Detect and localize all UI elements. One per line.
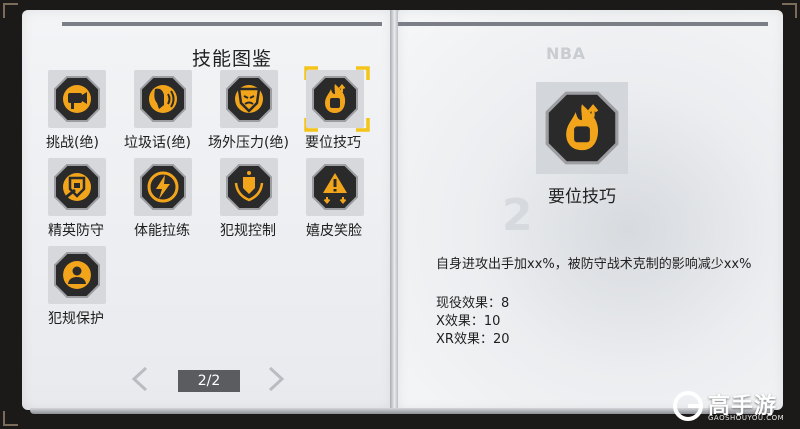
mask-shield-icon [226,76,272,122]
skill-outside-pressure[interactable]: 场外压力(绝) [198,70,289,156]
talk-icon [140,76,186,122]
skill-foul-protection[interactable]: 犯规保护 [26,246,116,332]
lightning-icon [140,164,186,210]
top-rule [62,22,382,26]
book-bottom-edge [30,408,774,414]
laurel-shield-icon [226,164,272,210]
skill-icon-box [134,70,192,128]
person-shield-icon [54,252,100,298]
skill-elite-defense[interactable]: 精英防守 [26,158,116,244]
camera-icon [54,76,100,122]
stat-current: 现役效果：8 [436,296,510,311]
skill-post-position[interactable]: 要位技巧 [284,66,374,156]
skill-book: 技能图鉴 挑战(绝) 垃圾话(绝) 场外压力(绝) 要位技巧 精英防守 体能拉练… [0,0,800,429]
chevron-right-icon[interactable] [266,366,286,392]
skill-icon-box [48,70,106,128]
g-logo-icon [673,391,703,421]
fire-fist-icon [545,91,619,165]
detail-icon-box [536,82,628,174]
skill-conditioning[interactable]: 体能拉练 [112,158,202,244]
skill-challenge[interactable]: 挑战(绝) [26,70,116,156]
skill-label: 犯规保护 [48,311,104,327]
brand-url: GAOSHOUYOU.COM [708,414,785,422]
skill-grin[interactable]: 嬉皮笑脸 [284,158,374,244]
detail-skill-name: 要位技巧 [548,187,616,207]
skill-icon-box [48,246,106,304]
skill-foul-control[interactable]: 犯规控制 [198,158,288,244]
nba-watermark: NBA [546,44,586,63]
page-indicator: 2/2 [178,370,240,392]
left-page: 技能图鉴 挑战(绝) 垃圾话(绝) 场外压力(绝) 要位技巧 精英防守 体能拉练… [22,10,392,410]
skill-icon-box [134,158,192,216]
stat-x: X效果：10 [436,314,501,329]
brand-logo: 高手游 GAOSHOUYOU.COM [672,386,796,426]
skill-icon-box [48,158,106,216]
skill-description: 自身进攻出手加xx%，被防守战术克制的影响减少xx% [436,257,752,272]
skill-icon-box [220,70,278,128]
corner-ornament [3,411,18,426]
skill-trash-talk[interactable]: 垃圾话(绝) [112,70,202,156]
skill-icon-box [220,158,278,216]
chevron-left-icon[interactable] [130,366,150,392]
shield-hand-icon [54,164,100,210]
corner-ornament [3,3,18,18]
warning-arrows-icon [312,164,358,210]
skill-icon-box [306,158,364,216]
top-rule [398,22,768,26]
stat-xr: XR效果：20 [436,332,510,347]
right-page: NBA 2 要位技巧 自身进攻出手加xx%，被防守战术克制的影响减少xx% 现役… [398,10,783,410]
page-title: 技能图鉴 [191,48,272,70]
fire-fist-icon [312,76,358,122]
skill-icon-box [306,70,364,128]
corner-ornament [782,3,797,18]
